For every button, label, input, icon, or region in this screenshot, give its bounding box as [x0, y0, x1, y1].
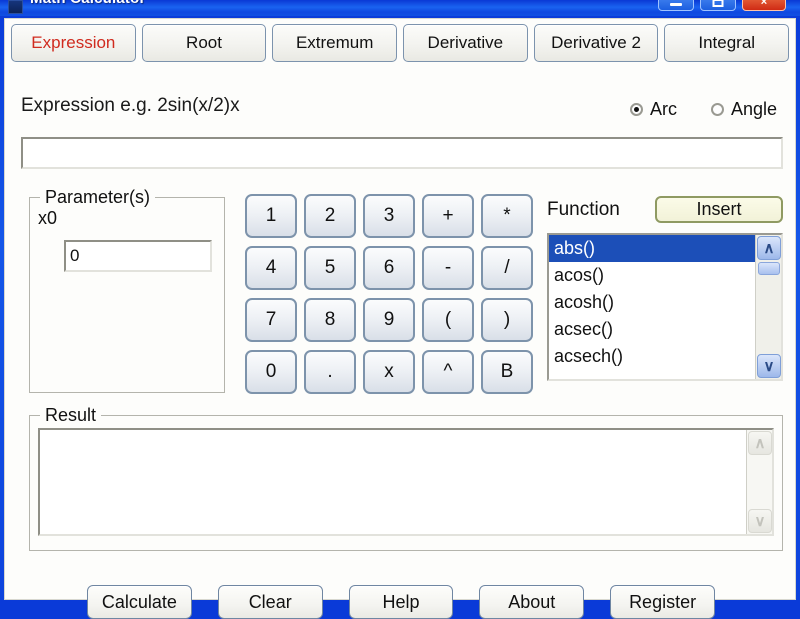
result-scrollbar[interactable]: ∧ ∨	[746, 430, 772, 534]
radio-angle-label: Angle	[730, 99, 777, 119]
key-x[interactable]: x	[363, 350, 415, 394]
expression-label: Expression e.g. 2sin(x/2)x	[21, 95, 240, 116]
parameters-group: Parameter(s) x0	[29, 187, 225, 393]
tab-extremum[interactable]: Extremum	[272, 24, 398, 62]
chevron-up-icon: ∧	[754, 434, 766, 452]
parameters-group-title: Parameter(s)	[40, 187, 156, 208]
key-0[interactable]: 0	[245, 350, 297, 394]
function-item-abs[interactable]: abs()	[549, 235, 755, 262]
chevron-down-icon: ∨	[763, 357, 775, 375]
angle-mode-radio-group: Arc Angle	[629, 99, 777, 120]
result-group: Result ∧ ∨	[29, 405, 783, 551]
key-9[interactable]: 9	[363, 298, 415, 342]
radio-arc[interactable]: Arc	[629, 99, 677, 120]
function-list-items: abs() acos() acosh() acsec() acsech()	[549, 235, 755, 370]
client-area: Expression Root Extremum Derivative Deri…	[4, 18, 796, 619]
key-8[interactable]: 8	[304, 298, 356, 342]
radio-angle[interactable]: Angle	[710, 99, 777, 120]
key-2[interactable]: 2	[304, 194, 356, 238]
tab-derivative[interactable]: Derivative	[403, 24, 528, 62]
tab-derivative-2[interactable]: Derivative 2	[533, 24, 659, 62]
key-3[interactable]: 3	[363, 194, 415, 238]
maximize-icon	[712, 0, 724, 7]
key-1[interactable]: 1	[245, 194, 297, 238]
close-icon: ×	[760, 0, 768, 8]
radio-arc-icon[interactable]	[629, 103, 643, 116]
tab-root[interactable]: Root	[141, 24, 267, 62]
result-group-title: Result	[40, 405, 102, 426]
function-item-acosh[interactable]: acosh()	[549, 289, 755, 316]
function-item-acos[interactable]: acos()	[549, 262, 755, 289]
result-scroll-down-button[interactable]: ∨	[748, 509, 772, 533]
function-list-scrollbar[interactable]: ∧ ∨	[755, 235, 781, 379]
keypad: 1 2 3 + * 4 5 6 - / 7 8 9 ( ) 0 . x ^ B	[245, 194, 533, 398]
parameter-name-label: x0	[38, 208, 58, 228]
key-7[interactable]: 7	[245, 298, 297, 342]
key-multiply[interactable]: *	[481, 194, 533, 238]
key-6[interactable]: 6	[363, 246, 415, 290]
tab-bar: Expression Root Extremum Derivative Deri…	[11, 24, 790, 62]
calculate-button[interactable]: Calculate	[87, 585, 192, 619]
clear-button[interactable]: Clear	[217, 585, 323, 619]
result-scroll-up-button[interactable]: ∧	[748, 431, 772, 455]
radio-angle-icon[interactable]	[710, 103, 724, 116]
minimize-button[interactable]	[658, 0, 694, 11]
tab-integral[interactable]: Integral	[664, 24, 790, 62]
window-title: Math Calculator	[30, 0, 146, 7]
register-button[interactable]: Register	[610, 585, 715, 619]
key-4[interactable]: 4	[245, 246, 297, 290]
action-button-bar: Calculate Clear Help About Register	[87, 585, 715, 619]
key-decimal-point[interactable]: .	[304, 350, 356, 394]
application-window: Math Calculator × Expression Root Extrem…	[0, 0, 800, 619]
function-scroll-thumb[interactable]	[758, 262, 780, 275]
chevron-down-icon: ∨	[754, 512, 766, 530]
key-minus[interactable]: -	[422, 246, 474, 290]
help-button[interactable]: Help	[348, 585, 454, 619]
function-item-acsec[interactable]: acsec()	[549, 316, 755, 343]
function-scroll-down-button[interactable]: ∨	[757, 354, 781, 378]
key-divide[interactable]: /	[481, 246, 533, 290]
minimize-icon	[670, 3, 682, 6]
key-paren-close[interactable]: )	[481, 298, 533, 342]
function-list[interactable]: abs() acos() acosh() acsec() acsech() ∧ …	[547, 233, 783, 381]
radio-arc-label: Arc	[649, 99, 677, 119]
title-bar: Math Calculator ×	[0, 0, 800, 16]
chevron-up-icon: ∧	[763, 239, 775, 257]
tab-expression[interactable]: Expression	[11, 24, 136, 62]
maximize-button[interactable]	[700, 0, 736, 11]
key-b[interactable]: B	[481, 350, 533, 394]
function-item-acsech[interactable]: acsech()	[549, 343, 755, 370]
key-5[interactable]: 5	[304, 246, 356, 290]
expression-input[interactable]	[21, 137, 783, 169]
app-icon	[8, 0, 23, 14]
insert-button[interactable]: Insert	[655, 196, 783, 223]
close-button[interactable]: ×	[742, 0, 786, 11]
key-paren-open[interactable]: (	[422, 298, 474, 342]
about-button[interactable]: About	[479, 585, 585, 619]
parameter-x0-input[interactable]	[64, 240, 212, 272]
result-textarea[interactable]: ∧ ∨	[38, 428, 774, 536]
function-scroll-up-button[interactable]: ∧	[757, 236, 781, 260]
key-power[interactable]: ^	[422, 350, 474, 394]
key-plus[interactable]: +	[422, 194, 474, 238]
function-label: Function	[547, 199, 620, 220]
